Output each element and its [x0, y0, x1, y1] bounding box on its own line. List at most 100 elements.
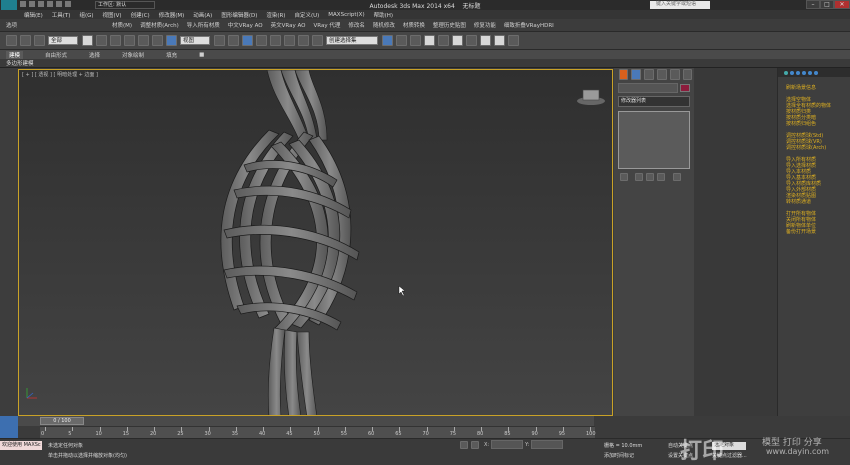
plugin-menu-item[interactable]: 材质(M): [112, 21, 132, 29]
tab-populate[interactable]: 填充: [166, 51, 177, 59]
reference-coord-select[interactable]: 视图: [180, 36, 210, 45]
select-manipulate-icon[interactable]: [227, 35, 239, 46]
search-input[interactable]: 键入关键字或短语: [650, 1, 710, 9]
plugin-menu-item[interactable]: 细致折叠VRayHDRI: [504, 21, 554, 29]
mirror-icon[interactable]: [381, 35, 393, 46]
add-time-tag[interactable]: 添加时间标记: [604, 452, 634, 459]
time-slider[interactable]: 0 / 100: [18, 416, 594, 426]
make-unique-icon[interactable]: [646, 173, 654, 181]
script-link[interactable]: 按材质归组色: [786, 121, 850, 127]
move-icon[interactable]: [137, 35, 149, 46]
menu-item[interactable]: 视图(V): [103, 11, 122, 19]
pivot-center-icon[interactable]: [213, 35, 225, 46]
modifier-list-select[interactable]: 修改器列表: [618, 96, 690, 107]
y-coord-field[interactable]: [531, 440, 564, 449]
tab-modeling[interactable]: 建模: [6, 50, 24, 59]
select-object-icon[interactable]: [81, 35, 93, 46]
select-by-name-icon[interactable]: [95, 35, 107, 46]
utilities-tab-icon[interactable]: [682, 68, 693, 80]
viewport-label[interactable]: [ + ] [ 透视 ] [ 明暗处理 + 边面 ]: [22, 71, 98, 78]
rendered-frame-icon[interactable]: [493, 35, 505, 46]
plugin-menu-item[interactable]: 修复功能: [474, 21, 496, 29]
plugin-menu-item[interactable]: 随机修改: [373, 21, 395, 29]
command-panel-tabs: [614, 68, 694, 80]
create-tab-icon[interactable]: [618, 68, 629, 80]
script-link[interactable]: 刷新场景信息: [786, 85, 850, 91]
script-link[interactable]: 转材质通道: [786, 199, 850, 205]
plugin-menu-item[interactable]: 导入所有材质: [187, 21, 220, 29]
script-link[interactable]: 调控材质球(Arch): [786, 145, 850, 151]
angle-snap-icon[interactable]: [269, 35, 281, 46]
maxscript-listener[interactable]: 欢迎使用 MAXSc: [0, 441, 42, 450]
selection-filter-select[interactable]: 全部: [48, 36, 78, 45]
lock-selection-icon[interactable]: [459, 440, 468, 449]
menu-item[interactable]: MAXScript(X): [328, 12, 364, 18]
object-color-swatch[interactable]: [680, 84, 690, 92]
show-end-result-icon[interactable]: [635, 173, 643, 181]
plugin-menu-item[interactable]: 调整材质(Arch): [140, 21, 179, 29]
material-editor-icon[interactable]: [465, 35, 477, 46]
polygon-modeling-label[interactable]: 多边形建模: [6, 59, 34, 67]
x-coord-field[interactable]: [491, 440, 524, 449]
schematic-view-icon[interactable]: [451, 35, 463, 46]
remove-modifier-icon[interactable]: [657, 173, 665, 181]
rect-selection-icon[interactable]: [109, 35, 121, 46]
layer-manager-icon[interactable]: [409, 35, 421, 46]
plugin-menu-item[interactable]: 英文VRay AO: [271, 21, 306, 29]
plugin-menu-item[interactable]: 中文VRay AO: [228, 21, 263, 29]
align-icon[interactable]: [395, 35, 407, 46]
minimize-button[interactable]: –: [806, 0, 820, 9]
maximize-button[interactable]: □: [820, 0, 834, 9]
plugin-menu-item[interactable]: 整理历史贴图: [433, 21, 466, 29]
display-tab-icon[interactable]: [669, 68, 680, 80]
menu-item[interactable]: 动画(A): [193, 11, 212, 19]
plugin-menu-item[interactable]: VRay 代理: [313, 21, 340, 29]
named-selection-select[interactable]: 创建选择集: [326, 36, 378, 45]
menu-item[interactable]: 工具(T): [52, 11, 71, 19]
ribbon-toggle-icon[interactable]: [423, 35, 435, 46]
menu-item[interactable]: 修改器(M): [159, 11, 185, 19]
render-setup-icon[interactable]: [479, 35, 491, 46]
window-crossing-icon[interactable]: [123, 35, 135, 46]
edit-named-selection-icon[interactable]: [311, 35, 323, 46]
pin-stack-icon[interactable]: [619, 173, 628, 181]
link-icon[interactable]: [5, 35, 17, 46]
menu-item[interactable]: 自定义(U): [294, 11, 319, 19]
ribbon-options-button[interactable]: ■: [199, 52, 204, 58]
time-slider-thumb[interactable]: 0 / 100: [40, 417, 84, 425]
keyboard-shortcut-icon[interactable]: [241, 35, 253, 46]
unlink-icon[interactable]: [19, 35, 31, 46]
menu-item[interactable]: 图形编辑器(D): [221, 11, 257, 19]
track-bar[interactable]: 0 5 10 15 20 25 30 35 40 45 50 55 60 65 70 75 80 85 90 95 10…: [40, 426, 596, 438]
modify-tab-icon[interactable]: [631, 68, 642, 80]
tab-object-paint[interactable]: 对象绘制: [122, 51, 144, 59]
curve-editor-icon[interactable]: [437, 35, 449, 46]
plugin-menu-item[interactable]: 选项: [6, 21, 17, 29]
bind-spacewarp-icon[interactable]: [33, 35, 45, 46]
snap-toggle-icon[interactable]: [255, 35, 267, 46]
object-name-field[interactable]: [618, 83, 678, 93]
plugin-menu-item[interactable]: 修改名: [348, 21, 365, 29]
configure-sets-icon[interactable]: [672, 173, 681, 181]
script-link[interactable]: 备份打开场景: [786, 229, 850, 235]
plugin-menu-item[interactable]: 材质转换: [403, 21, 425, 29]
tab-freeform[interactable]: 自由形式: [45, 51, 67, 59]
menu-item[interactable]: 组(G): [79, 11, 93, 19]
rotate-icon[interactable]: [151, 35, 163, 46]
scale-icon[interactable]: [165, 35, 177, 46]
percent-snap-icon[interactable]: [283, 35, 295, 46]
viewport-perspective[interactable]: [18, 69, 613, 416]
tab-selection[interactable]: 选择: [89, 51, 100, 59]
spinner-snap-icon[interactable]: [297, 35, 309, 46]
close-button[interactable]: ✕: [834, 0, 850, 9]
menu-item[interactable]: 创建(C): [131, 11, 150, 19]
menu-item[interactable]: 编辑(E): [24, 11, 43, 19]
menu-item[interactable]: 渲染(R): [266, 11, 285, 19]
menu-item[interactable]: 帮助(H): [374, 11, 393, 19]
motion-tab-icon[interactable]: [656, 68, 667, 80]
absolute-mode-icon[interactable]: [470, 440, 479, 449]
hierarchy-tab-icon[interactable]: [644, 68, 654, 80]
modifier-stack[interactable]: [618, 111, 690, 169]
render-production-icon[interactable]: [507, 35, 519, 46]
mini-curve-editor-button[interactable]: [0, 416, 18, 438]
